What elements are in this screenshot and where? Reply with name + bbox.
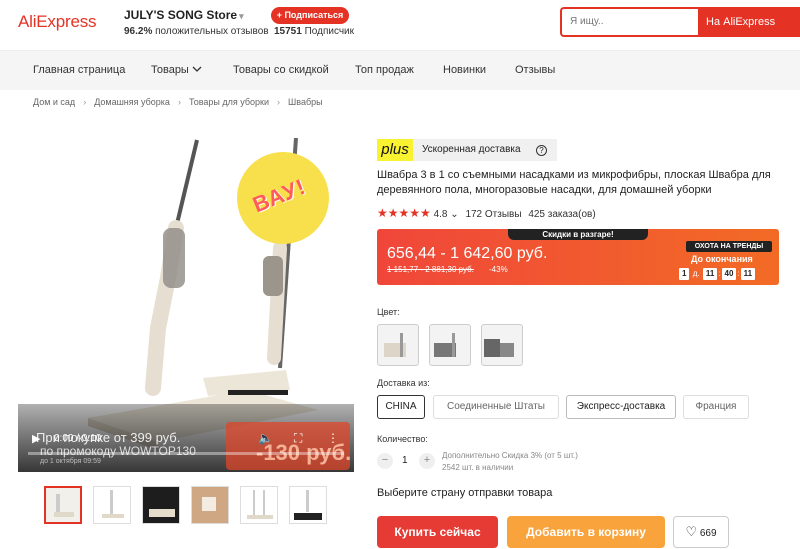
timer-days-label: д. [692,269,700,278]
thumbnail-image [202,497,216,511]
ship-option-express[interactable]: Экспресс-доставка [566,395,676,419]
help-icon[interactable]: ? [536,145,547,156]
store-name[interactable]: JULY'S SONG Store ▾ [124,8,244,22]
chevron-down-icon[interactable]: ⌄ [450,209,458,220]
chevron-right-icon: › [83,97,87,107]
promo-line-2: по промокоду WOWTOP130 [40,444,196,458]
plus-logo: plus [377,139,413,161]
buy-now-button[interactable]: Купить сейчас [377,516,498,548]
positive-label: положительных отзывов [155,26,269,37]
store-name-text[interactable]: JULY'S SONG Store [124,8,237,22]
breadcrumb-item[interactable]: Швабры [288,97,323,107]
fullscreen-icon[interactable]: ⛶ [294,431,302,446]
color-option[interactable] [429,324,471,366]
breadcrumb-item[interactable]: Товары для уборки [189,97,269,107]
thumbnail-image [102,490,124,518]
play-icon[interactable]: ▶ [32,432,40,445]
video-time: 0:00 / 0:10 [54,433,102,444]
thumbnail-image [294,490,322,520]
thumbnail-image [247,490,273,519]
positive-pct: 96.2% [124,26,153,37]
thumbnail[interactable] [44,486,82,524]
aliexpress-logo[interactable]: AliExpress [18,12,97,32]
nav-discounts[interactable]: Товары со скидкой [233,64,329,76]
stock-count: 2542 шт. в наличии [442,463,514,472]
subscriber-number: 15751 [274,26,302,37]
promo-line-3: до 1 октября 09:59 [40,458,101,465]
timer-minutes: 40 [721,268,737,280]
select-country-text: Выберите страну отправки товара [377,487,553,499]
subscriber-label: Подписчик [304,26,355,37]
rating-row: ★★★★★ 4.8 ⌄ 172 Отзывы 425 заказа(ов) [377,206,596,220]
color-label: Цвет: [377,307,400,317]
store-nav: Главная страница Товары Товары со скидко… [0,50,800,90]
breadcrumb-item[interactable]: Дом и сад [33,97,75,107]
orders-count: 425 заказа(ов) [528,209,596,220]
nav-products[interactable]: Товары [151,64,202,76]
timer-days: 1 [679,268,690,280]
quantity-minus-button[interactable]: − [377,453,393,469]
nav-top-sales[interactable]: Топ продаж [355,64,414,76]
heart-icon: ♡ [685,524,698,539]
chevron-down-icon [192,66,202,72]
subscriber-count: 15751 Подписчик [274,26,354,37]
color-option[interactable] [377,324,419,366]
ship-option-usa[interactable]: Соединенные Штаты [433,395,559,419]
breadcrumb-item[interactable]: Домашняя уборка [94,97,170,107]
until-label: До окончания [691,254,753,264]
video-progress[interactable] [28,452,344,455]
quantity-discount: Дополнительно Скидка 3% (от 5 шт.) [442,451,578,460]
countdown-timer: 1 д. 11:40:11 [678,268,756,280]
thumbnail[interactable] [289,486,327,524]
reviews-count[interactable]: 172 Отзывы [465,209,521,220]
quantity-plus-button[interactable]: + [419,453,435,469]
thumbnail[interactable] [93,486,131,524]
nav-new[interactable]: Новинки [443,64,486,76]
product-title: Швабра 3 в 1 со съемными насадками из ми… [377,169,771,196]
thumbnail-image [149,509,175,517]
trend-tag: ОХОТА НА ТРЕНДЫ [686,241,772,252]
add-to-cart-button[interactable]: Добавить в корзину [507,516,665,548]
thumbnail[interactable] [191,486,229,524]
wishlist-button[interactable]: ♡ 669 [673,516,729,548]
current-price: 656,44 - 1 642,60 руб. [387,245,548,262]
star-rating-icon: ★★★★★ [377,206,431,220]
sale-tag: Скидки в разгаре! [508,229,648,240]
ship-option-france[interactable]: Франция [683,395,749,419]
color-swatch-image [384,333,406,357]
old-price: 1 151,77 - 2 881,30 руб. [387,265,474,274]
discount-pct: -43% [489,265,508,274]
color-swatch-image [484,339,514,357]
store-rating: 96.2% положительных отзывов [124,26,269,37]
subscribe-button[interactable]: + Подписаться [271,7,349,24]
quantity-note: Дополнительно Скидка 3% (от 5 шт.) 2542 ш… [442,450,578,474]
nav-home[interactable]: Главная страница [33,64,125,76]
nav-products-label[interactable]: Товары [151,64,189,76]
ship-from-label: Доставка из: [377,378,430,388]
wishlist-count: 669 [699,528,717,539]
chevron-right-icon: › [277,97,281,107]
volume-icon[interactable]: 🔈 [258,431,273,445]
nav-reviews[interactable]: Отзывы [515,64,555,76]
search-input[interactable] [570,9,690,35]
color-swatch-image [434,333,456,357]
more-icon[interactable]: ⋮ [327,431,339,445]
timer-seconds: 11 [740,268,756,280]
search-bar: На AliExpress [560,7,800,37]
color-option[interactable] [481,324,523,366]
thumbnail-image [54,494,74,517]
ship-option-china[interactable]: CHINA [377,395,425,419]
chevron-down-icon[interactable]: ▾ [239,11,244,21]
thumbnail[interactable] [142,486,180,524]
timer-hours: 11 [702,268,718,280]
quantity-value[interactable]: 1 [402,455,408,466]
search-button[interactable]: На AliExpress [698,7,800,37]
rating-value[interactable]: 4.8 [434,209,448,220]
quantity-label: Количество: [377,434,428,444]
price-banner: Скидки в разгаре! 656,44 - 1 642,60 руб.… [377,229,779,285]
chevron-right-icon: › [177,97,181,107]
header: AliExpress JULY'S SONG Store ▾ 96.2% поло… [0,0,800,50]
thumbnail[interactable] [240,486,278,524]
breadcrumb: Дом и сад › Домашняя уборка › Товары для убо… [33,97,323,107]
